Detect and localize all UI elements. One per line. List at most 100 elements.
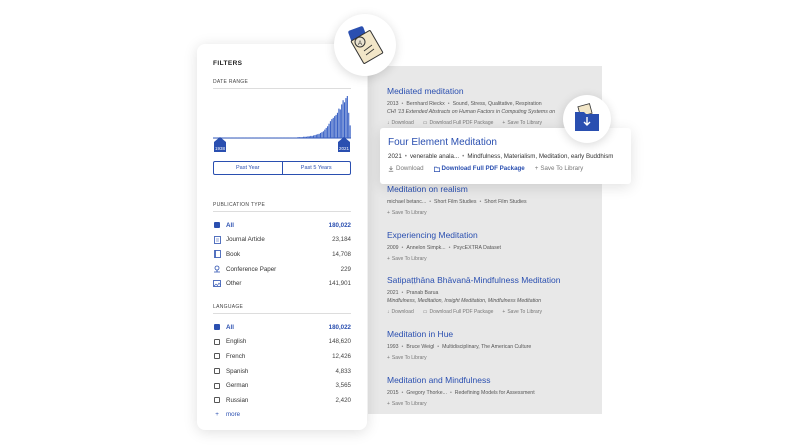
range-end-handle[interactable]: 2021 [338, 137, 350, 152]
language-item[interactable]: Russian 2,420 [213, 393, 351, 408]
more-languages-link[interactable]: + more [213, 408, 351, 423]
result-item[interactable]: Satipaṭṭhāna Bhāvanā-Mindfulness Meditat… [387, 275, 602, 315]
result-meta-field: Pranab Barua [406, 290, 439, 296]
range-end-handle-label: 2021 [339, 146, 350, 151]
histogram-bar [338, 108, 340, 138]
result-item[interactable]: Meditation on realism michael betanc... • S… [387, 184, 602, 216]
action-icon: + [387, 355, 390, 361]
result-title[interactable]: Meditation in Hue [387, 329, 602, 339]
pub-type-label: Book [226, 250, 241, 258]
pub-type-item[interactable]: Journal Article 23,184 [213, 233, 351, 248]
result-title[interactable]: Meditation and Mindfulness [387, 375, 602, 385]
result-actions: + Save To Library [387, 210, 602, 216]
language-label: English [226, 338, 247, 346]
histogram-bar [339, 109, 341, 138]
language-count: 3,565 [335, 382, 351, 390]
checkbox-icon[interactable] [214, 324, 220, 331]
language-item[interactable]: German 3,565 [213, 378, 351, 393]
save-to-library-button[interactable]: + Save To Library [502, 120, 542, 126]
histogram-bar [298, 137, 301, 138]
journal-icon [213, 235, 221, 244]
checkbox-icon[interactable] [214, 353, 220, 360]
language-label: LANGUAGE [213, 304, 351, 314]
language-item[interactable]: English 148,620 [213, 335, 351, 350]
save-to-library-button[interactable]: + Save To Library [535, 165, 584, 172]
download-button[interactable]: ↓ Download [387, 120, 414, 126]
pub-type-label: All [226, 221, 234, 229]
histogram-bar [327, 126, 329, 138]
checkbox-icon[interactable] [214, 397, 220, 404]
past-5-years-button[interactable]: Past 5 Years [281, 162, 351, 174]
publication-type-list: All 180,022 Journal Article 23,184 Book 14,70… [213, 218, 351, 291]
histogram-bar [307, 136, 309, 138]
result-meta: 2009 • Annelon Simpk... • PsycEXTRA Dataset [387, 245, 501, 251]
result-item[interactable]: Experiencing Meditation 2009 • Annelon Simp… [387, 230, 602, 262]
checkbox-icon[interactable] [214, 382, 220, 389]
checkbox-icon[interactable] [214, 368, 220, 375]
action-label: Save To Library [507, 309, 542, 315]
histogram-chart: 1938 2021 [213, 96, 351, 152]
download-icon [388, 165, 394, 172]
publication-type-label: PUBLICATION TYPE [213, 202, 351, 212]
result-item[interactable]: Meditation in Hue 1993 • Bruce Weigl • Multid… [387, 329, 602, 361]
download-pdf-button[interactable]: Download Full PDF Package [433, 165, 525, 172]
action-label: Save To Library [507, 120, 542, 126]
range-start-handle[interactable]: 1938 [214, 137, 226, 152]
language-label: French [226, 352, 246, 360]
histogram-bar [341, 104, 343, 138]
save-to-library-button[interactable]: + Save To Library [502, 309, 542, 315]
download-pdf-button[interactable]: ▭ Download Full PDF Package [423, 120, 494, 126]
result-meta-field: 2015 [387, 390, 399, 396]
date-histogram[interactable]: 1938 2021 [213, 93, 351, 153]
result-title[interactable]: Mediated meditation [387, 86, 602, 96]
past-year-button[interactable]: Past Year [214, 162, 282, 174]
download-pdf-button[interactable]: ▭ Download Full PDF Package [423, 309, 494, 315]
action-label: Save To Library [391, 256, 427, 262]
pub-type-item[interactable]: Book 14,708 [213, 247, 351, 262]
result-meta-field: Short Film Studies [484, 199, 527, 205]
checkbox-icon[interactable] [214, 338, 220, 345]
language-item[interactable]: All 180,022 [213, 320, 351, 335]
save-to-library-button[interactable]: + Save To Library [387, 210, 427, 216]
histogram-bar [331, 119, 333, 138]
histogram-bar [342, 100, 344, 138]
action-icon: + [387, 210, 390, 216]
download-button[interactable]: ↓ Download [387, 309, 414, 315]
histogram-bar [317, 134, 319, 138]
result-meta-field: 2013 [387, 101, 399, 107]
histogram-bar [315, 134, 317, 138]
folder-circle [563, 95, 611, 143]
pub-type-item[interactable]: All 180,022 [213, 218, 351, 233]
histogram-bar [322, 131, 324, 138]
save-label: Save To Library [540, 165, 584, 172]
action-label: Download Full PDF Package [429, 120, 494, 126]
save-to-library-button[interactable]: + Save To Library [387, 401, 427, 407]
histogram-bar [325, 127, 327, 138]
histogram-bar [336, 112, 339, 138]
histogram-bar [329, 121, 331, 138]
result-author[interactable]: venerable anala... [410, 153, 459, 160]
action-label: Download [391, 309, 414, 315]
language-label: Spanish [226, 367, 249, 375]
pub-type-item[interactable]: Other 141,901 [213, 276, 351, 291]
action-icon: ▭ [422, 309, 428, 315]
download-button[interactable]: Download [388, 165, 424, 172]
result-title[interactable]: Experiencing Meditation [387, 230, 602, 240]
action-icon: + [387, 401, 390, 407]
language-item[interactable]: Spanish 4,833 [213, 364, 351, 379]
result-title[interactable]: Meditation on realism [387, 184, 602, 194]
result-title[interactable]: Satipaṭṭhāna Bhāvanā-Mindfulness Meditat… [387, 275, 602, 285]
save-to-library-button[interactable]: + Save To Library [387, 256, 427, 262]
document-circle: A [334, 14, 396, 76]
result-meta-field: Sound, Stress, Qualitative, Respiration [452, 101, 542, 107]
pub-type-label: Conference Paper [226, 265, 277, 273]
language-item[interactable]: French 12,426 [213, 349, 351, 364]
pub-type-count: 180,022 [328, 221, 351, 229]
histogram-bar [321, 132, 323, 138]
result-item[interactable]: Meditation and Mindfulness 2015 • Gregory T… [387, 375, 602, 407]
action-label: Save To Library [391, 401, 427, 407]
download-folder-icon [575, 103, 599, 131]
pub-type-item[interactable]: Conference Paper 229 [213, 262, 351, 277]
save-to-library-button[interactable]: + Save To Library [387, 355, 427, 361]
language-count: 2,420 [335, 396, 351, 404]
